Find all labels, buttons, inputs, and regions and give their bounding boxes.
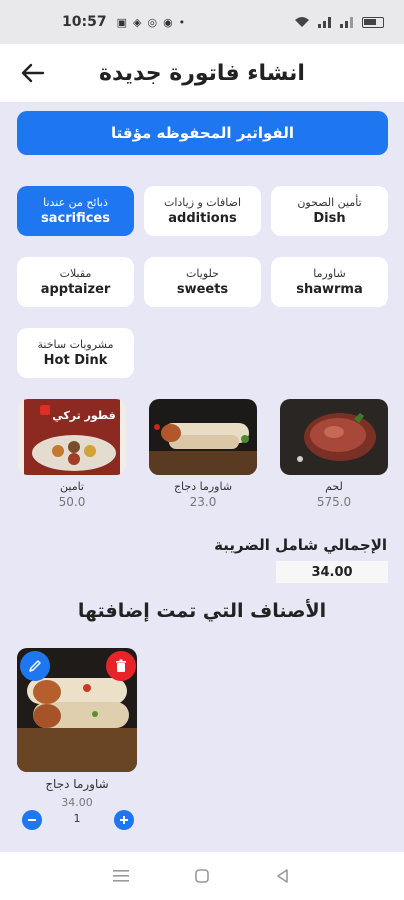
product-image-breakfast: فطور تركي [18,399,126,475]
total-value: 34.00 [276,561,388,583]
arrow-left-icon [21,63,45,83]
added-item-price: 34.00 [61,796,93,809]
product-name: شاورما دجاج [173,480,233,493]
category-label-ar: حلويات [186,267,219,280]
status-bar: 10:57 ▣ ◈ ◎ ◉ • [0,0,404,44]
triangle-back-icon [277,869,289,883]
category-label-ar: ذبائح من عندنا [43,196,108,209]
product-name: تامين [60,480,84,493]
pencil-icon [29,660,41,672]
edit-item-button[interactable] [20,651,50,681]
menu-lines-icon [112,870,129,882]
added-item-name: شاورما دجاج [45,777,109,791]
back-button[interactable] [18,58,48,88]
product-image-shawarma [149,399,257,475]
product-price: 50.0 [58,495,86,509]
product-chicken-shawarma[interactable]: شاورما دجاج 23.0 [149,399,257,509]
promo-image-text: فطور تركي [52,409,115,422]
category-dish[interactable]: تأمين الصحون Dish [271,186,388,236]
app-icon: ◎ [147,15,158,29]
category-label-ar: شاورما [313,267,346,280]
chrome-icon: ◉ [163,15,173,29]
game-icon: ◈ [132,15,142,29]
wifi-icon [295,17,309,27]
status-notification-icons: ▣ ◈ ◎ ◉ • [117,16,186,29]
category-label-en: additions [168,211,237,226]
category-label-en: sacrifices [41,211,110,226]
category-hot-drinks[interactable]: مشروبات ساخنة Hot Dink [17,328,134,378]
category-label-en: Hot Dink [43,353,108,368]
saved-invoices-button[interactable]: الفواتير المحفوظه مؤقتا [17,111,388,155]
product-image-meat [280,399,388,475]
product-insurance[interactable]: فطور تركي تامين 50.0 [18,399,126,509]
category-label-en: apptaizer [40,282,111,297]
category-additions[interactable]: اضافات و زيادات additions [144,186,261,236]
category-label-ar: مقبلات [59,267,92,280]
category-label-en: Dish [313,211,346,226]
dot-icon: • [178,15,186,29]
minus-icon [28,819,36,821]
increase-quantity-button[interactable] [114,810,134,830]
signal-icon-2 [340,17,353,28]
trash-icon [116,659,126,672]
home-button[interactable] [187,861,217,891]
category-label-en: shawrma [296,282,363,297]
status-time: 10:57 [62,14,107,30]
battery-icon [362,16,384,28]
product-price: 23.0 [189,495,217,509]
system-nav-bar [0,852,404,900]
status-system-icons [294,16,384,28]
product-name: لحم [325,480,343,493]
recents-button[interactable] [106,861,136,891]
plus-icon [120,816,128,824]
product-meat[interactable]: لحم 575.0 [280,399,388,509]
quantity-value: 1 [73,812,81,825]
category-apptaizer[interactable]: مقبلات apptaizer [17,257,134,307]
app-bar: انشاء فاتورة جديدة [0,44,404,102]
decrease-quantity-button[interactable] [22,810,42,830]
message-icon: ▣ [116,15,127,29]
square-icon [195,869,209,883]
added-items-title: الأصناف التي تمت إضافتها [77,600,327,622]
category-label-ar: تأمين الصحون [297,196,362,209]
category-label-en: sweets [176,282,229,297]
delete-item-button[interactable] [106,651,136,681]
product-price: 575.0 [316,495,352,509]
category-sacrifices[interactable]: ذبائح من عندنا sacrifices [17,186,134,236]
category-label-ar: مشروبات ساخنة [37,338,114,351]
signal-icon [318,17,331,28]
total-label: الإجمالي شامل الضريبة [214,536,387,554]
category-sweets[interactable]: حلويات sweets [144,257,261,307]
system-back-button[interactable] [268,861,298,891]
category-shawrma[interactable]: شاورما shawrma [271,257,388,307]
page-title: انشاء فاتورة جديدة [99,60,305,86]
category-label-ar: اضافات و زيادات [163,196,242,209]
